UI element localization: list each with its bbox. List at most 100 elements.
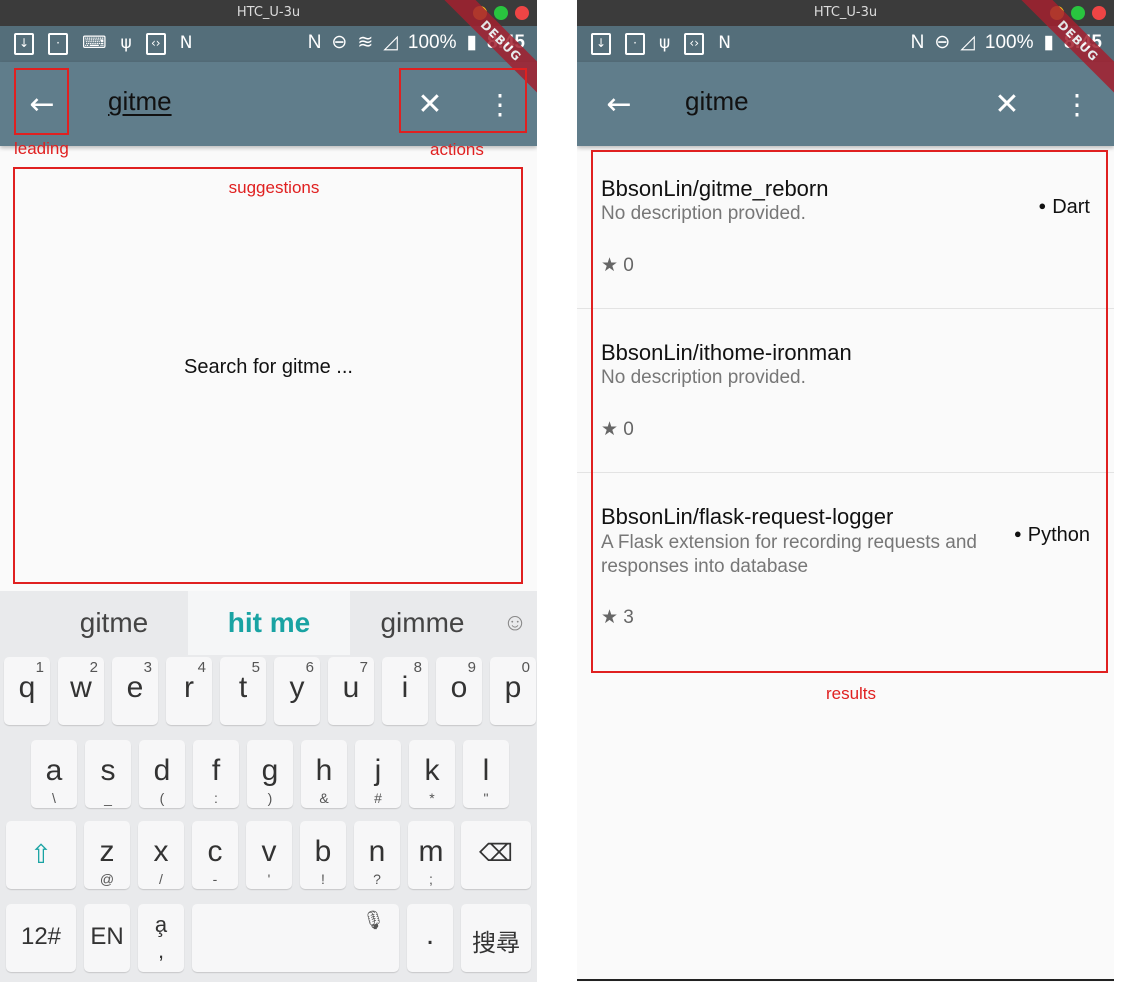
- key-c[interactable]: c-: [192, 821, 238, 889]
- key-secondary-symbol: 6: [305, 659, 314, 676]
- key-t[interactable]: t5: [220, 657, 266, 725]
- key-letter: o: [450, 671, 468, 704]
- key-letter: r: [184, 671, 194, 704]
- key-v[interactable]: v ': [246, 821, 292, 889]
- key-r[interactable]: r4: [166, 657, 212, 725]
- key-h[interactable]: h &: [301, 740, 347, 808]
- key-a[interactable]: a \: [31, 740, 77, 808]
- close-window-button[interactable]: [1092, 6, 1106, 20]
- keyboard-suggestion[interactable]: gimme: [350, 591, 495, 655]
- no-sim-icon: ◿: [960, 32, 975, 53]
- key-i[interactable]: i8: [382, 657, 428, 725]
- key-o[interactable]: o9: [436, 657, 482, 725]
- download-icon: ↓: [14, 33, 34, 55]
- battery-percent: 100%: [984, 31, 1034, 53]
- window-title: HTC_U-3u: [236, 5, 301, 20]
- key-u[interactable]: u7: [328, 657, 374, 725]
- key-secondary-symbol: ;: [429, 871, 433, 887]
- usb-icon: ψ: [659, 33, 671, 53]
- key-secondary-symbol: *: [429, 790, 435, 806]
- nfc-status-icon: N: [307, 31, 322, 53]
- numbers-key[interactable]: 12#: [6, 904, 76, 972]
- key-w[interactable]: w2: [58, 657, 104, 725]
- key-s[interactable]: s _: [85, 740, 131, 808]
- key-n[interactable]: n?: [354, 821, 400, 889]
- key-letter: q: [18, 671, 36, 704]
- key-l[interactable]: l ": [463, 740, 509, 808]
- search-key[interactable]: 搜尋: [461, 904, 531, 972]
- key-letter: f: [211, 754, 221, 787]
- no-sim-icon: ◿: [383, 32, 398, 53]
- nfc-icon: N: [179, 33, 193, 53]
- key-j[interactable]: j #: [355, 740, 401, 808]
- period-key[interactable]: .: [407, 904, 453, 972]
- backspace-icon: ⌫: [479, 840, 513, 867]
- search-input[interactable]: gitme: [685, 86, 749, 117]
- key-letter: n: [368, 835, 386, 868]
- key-secondary-symbol: /: [159, 871, 163, 887]
- battery-icon: ▮: [466, 32, 477, 53]
- key-secondary-symbol: ': [267, 871, 271, 887]
- key-g[interactable]: g): [247, 740, 293, 808]
- key-letter: t: [238, 671, 248, 704]
- space-key[interactable]: 🎙: [192, 904, 399, 972]
- mic-icon: 🎙: [362, 910, 385, 930]
- handwriting-icon: a̧,: [154, 912, 168, 963]
- key-secondary-symbol: @: [99, 871, 115, 887]
- more-vert-icon[interactable]: ⋮: [1055, 82, 1099, 126]
- key-letter: d: [153, 754, 171, 787]
- key-letter: x: [153, 835, 169, 868]
- key-q[interactable]: q1: [4, 657, 50, 725]
- bottom-border: [577, 979, 1114, 981]
- key-letter: b: [314, 835, 332, 868]
- actions-highlight-box: [399, 68, 527, 133]
- status-bar: ↓ · ψ ‹› N N ⊖ ◿ 100% ▮ 8:45: [577, 26, 1114, 62]
- keyboard-suggestion[interactable]: gitme: [40, 591, 188, 655]
- wifi-icon: ≋: [357, 32, 374, 53]
- key-x[interactable]: x /: [138, 821, 184, 889]
- search-key-label: 搜尋: [472, 929, 520, 957]
- shift-key[interactable]: ⇧: [6, 821, 76, 889]
- battery-icon: ▮: [1043, 32, 1054, 53]
- close-window-button[interactable]: [515, 6, 529, 20]
- key-z[interactable]: z @: [84, 821, 130, 889]
- maximize-button[interactable]: [1071, 6, 1085, 20]
- keyboard-icon: ⌨: [82, 33, 107, 53]
- key-m[interactable]: m;: [408, 821, 454, 889]
- key-secondary-symbol: #: [374, 790, 382, 806]
- language-key[interactable]: EN: [84, 904, 130, 972]
- key-secondary-symbol: :: [214, 790, 218, 806]
- key-secondary-symbol: 1: [35, 659, 44, 676]
- period-key-label: .: [425, 918, 435, 951]
- key-b[interactable]: b!: [300, 821, 346, 889]
- key-letter: p: [504, 671, 522, 704]
- key-letter: c: [207, 835, 223, 868]
- key-k[interactable]: k *: [409, 740, 455, 808]
- back-arrow-icon[interactable]: ←: [597, 82, 641, 126]
- key-secondary-symbol: &: [319, 790, 329, 806]
- backspace-key[interactable]: ⌫: [461, 821, 531, 889]
- key-letter: k: [424, 754, 440, 787]
- dnd-icon: ⊖: [331, 32, 348, 53]
- key-f[interactable]: f:: [193, 740, 239, 808]
- search-input[interactable]: gitme: [108, 86, 172, 117]
- key-letter: l: [482, 754, 490, 787]
- keyboard-suggestion[interactable]: hit me: [188, 591, 350, 655]
- soft-keyboard: gitme hit me gimme ☺ q1w2e3r4t5y6u7i8o9p…: [0, 591, 537, 982]
- key-secondary-symbol: ): [267, 790, 273, 806]
- left-phone-screen: HTC_U-3u ↓ · ⌨ ψ ‹› N N ⊖ ≋ ◿ 100% ▮ 8:4…: [0, 0, 537, 982]
- handwriting-key[interactable]: a̧,: [138, 904, 184, 972]
- clear-icon[interactable]: ✕: [985, 82, 1029, 126]
- suggestions-annotation: suggestions: [228, 178, 320, 197]
- maximize-button[interactable]: [494, 6, 508, 20]
- developer-icon: ‹›: [145, 33, 166, 55]
- key-d[interactable]: d(: [139, 740, 185, 808]
- key-y[interactable]: y6: [274, 657, 320, 725]
- key-secondary-symbol: 0: [521, 659, 530, 676]
- key-secondary-symbol: _: [104, 790, 112, 806]
- key-e[interactable]: e3: [112, 657, 158, 725]
- key-secondary-symbol: 9: [467, 659, 476, 676]
- emoji-icon[interactable]: ☺: [495, 591, 535, 655]
- key-p[interactable]: p0: [490, 657, 536, 725]
- dnd-icon: ⊖: [934, 32, 951, 53]
